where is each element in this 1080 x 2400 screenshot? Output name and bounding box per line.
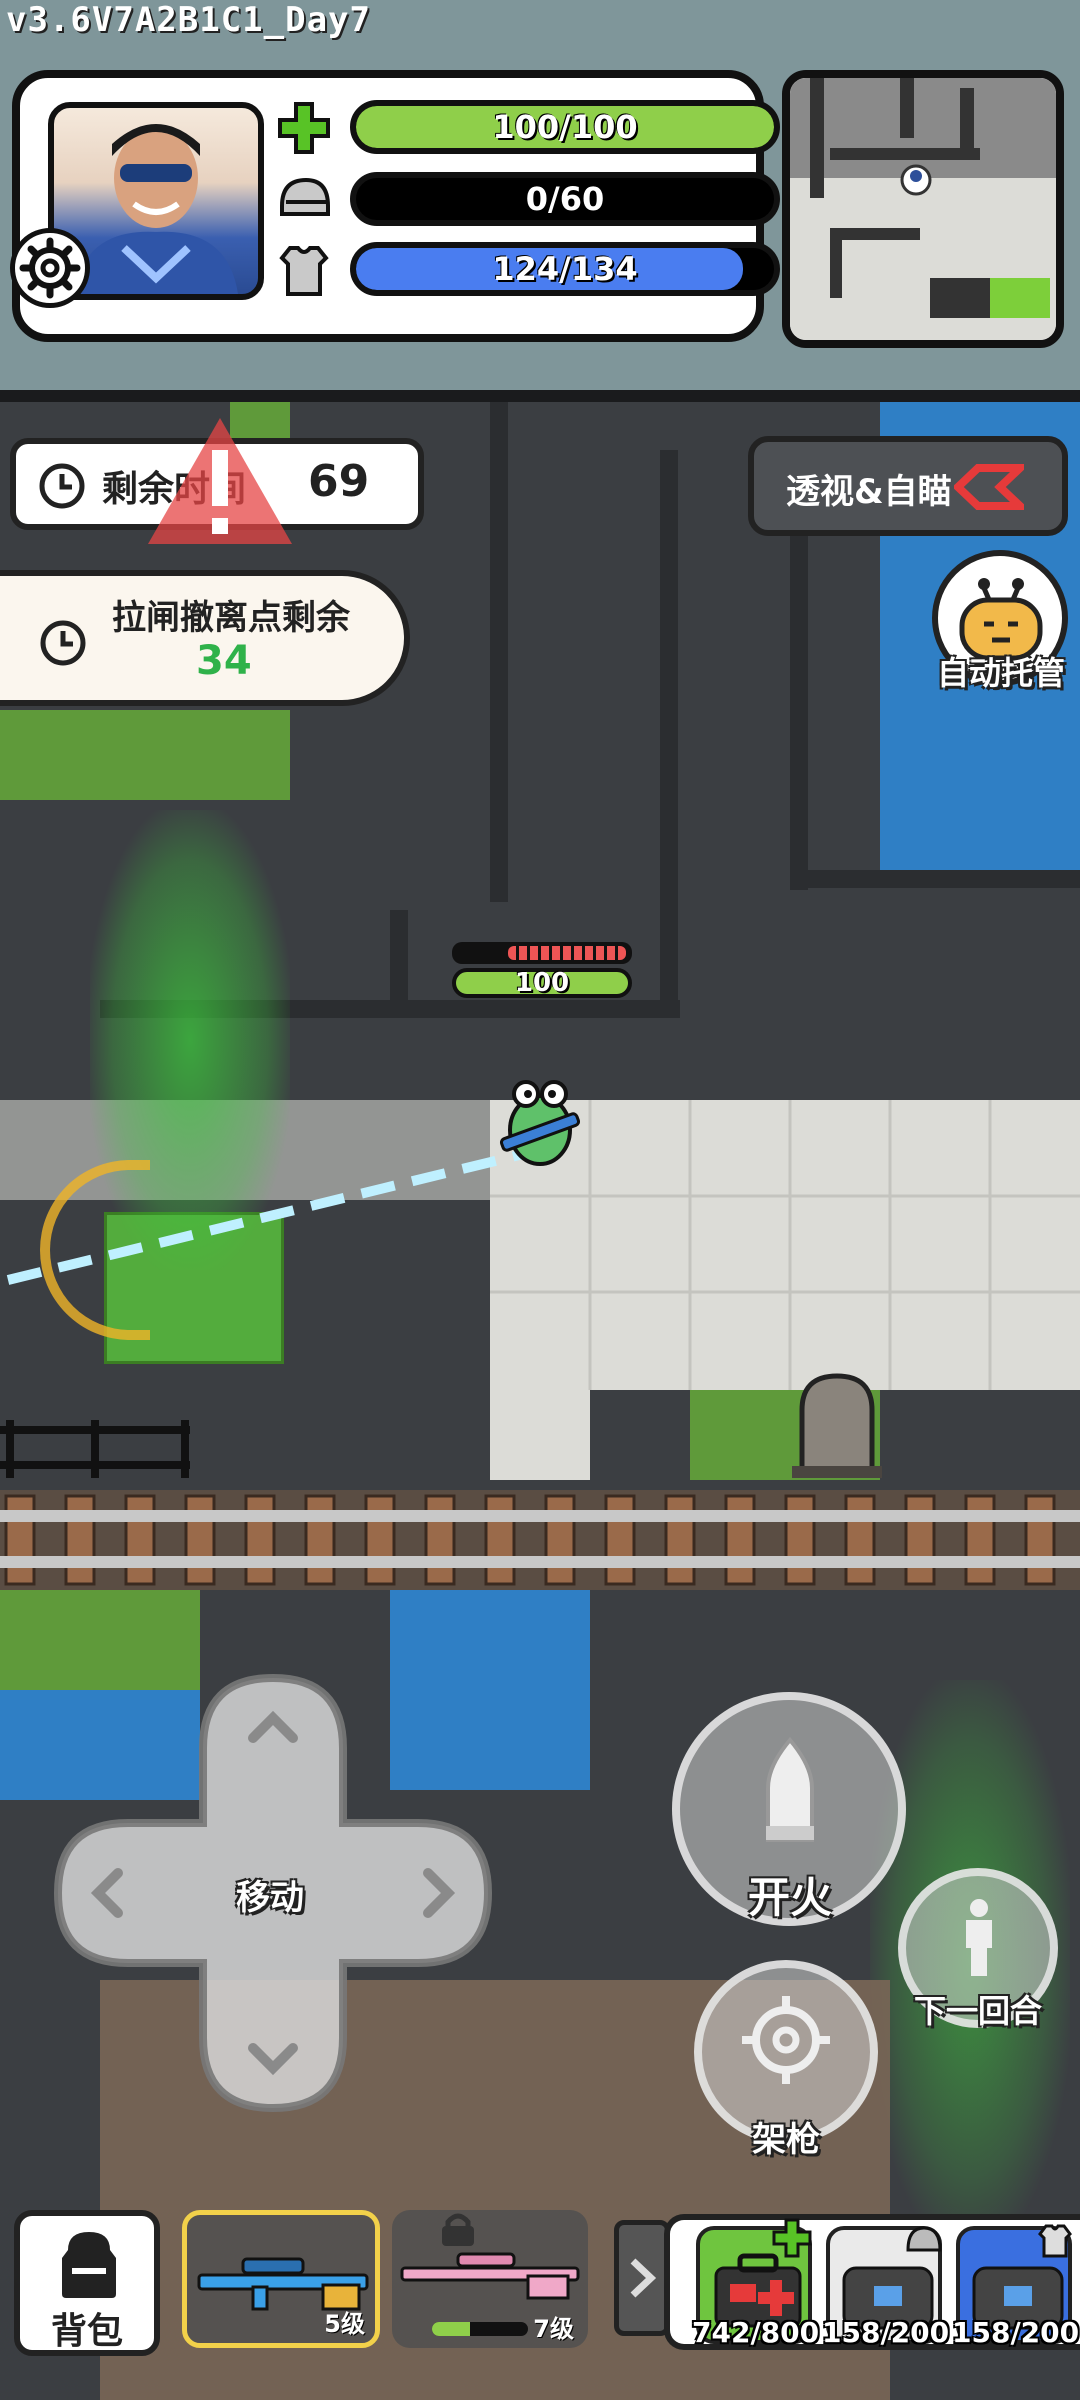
world-top-edge	[0, 390, 1080, 402]
extraction-label: 拉闸撤离点剩余	[112, 598, 350, 638]
move-label: 移动	[236, 1878, 304, 1918]
helmet-icon	[906, 2226, 942, 2252]
green-cross-icon	[276, 100, 332, 156]
crosshair-icon	[742, 1996, 830, 2084]
extraction-value: 34	[196, 638, 252, 684]
red-arrow-icon	[954, 464, 1024, 510]
enemy-armor-bar	[452, 942, 632, 964]
backpack-icon	[62, 2232, 116, 2298]
helmet-bar: 0/60	[350, 172, 780, 226]
armor-bar: 124/134	[350, 242, 780, 296]
helmet-icon	[276, 172, 332, 228]
enemy-health-text: 100	[452, 968, 632, 998]
armor-text: 124/134	[492, 250, 638, 288]
weapon1-level: 5级	[324, 2310, 365, 2338]
weapon2-progress	[432, 2322, 528, 2336]
minimap[interactable]	[782, 70, 1064, 348]
pink-sniper-rifle-icon	[400, 2252, 580, 2300]
wall	[490, 402, 508, 902]
fence	[0, 1420, 190, 1478]
wall	[660, 450, 678, 1010]
version-label: v3.6V7A2B1C1_Day7	[6, 0, 371, 40]
armor-vest-icon	[1038, 2224, 1072, 2258]
lock-icon	[442, 2213, 474, 2246]
next-round-label: 下一回合	[913, 1992, 1042, 2030]
clock-icon	[39, 463, 85, 509]
aim-label: 架枪	[752, 2120, 820, 2160]
green-plus-icon	[772, 2218, 812, 2258]
health-bar: 100/100	[350, 100, 780, 154]
grass-area	[0, 710, 290, 800]
bullet-icon	[766, 1736, 814, 1842]
helmet-text: 0/60	[525, 180, 605, 218]
auto-hosting-label: 自动托管	[936, 654, 1065, 692]
supplies-panel: 742/800 158/200 158/200	[664, 2214, 1080, 2350]
wall	[790, 870, 1080, 888]
tile-floor	[490, 1390, 590, 1480]
warning-triangle-icon	[148, 418, 292, 544]
expand-arrow-button[interactable]	[614, 2220, 670, 2336]
chevron-right-icon	[630, 2258, 657, 2298]
xray-aimbot-button[interactable]: 透视&自瞄	[748, 436, 1068, 536]
xray-aimbot-label: 透视&自瞄	[786, 472, 952, 512]
weapon-slot-1[interactable]: 5级	[182, 2210, 380, 2348]
armor-supply-count: 158/200	[952, 2316, 1080, 2349]
clock-icon	[40, 620, 86, 666]
extraction-panel: 拉闸撤离点剩余 34	[0, 570, 410, 706]
person-icon	[966, 1899, 992, 1976]
frog-player-character	[499, 1080, 581, 1166]
status-panel: 100/100 0/60 124/134	[10, 70, 780, 342]
helmet-supply-count: 158/200	[822, 2316, 950, 2349]
game-world[interactable]: 100 剩余时间 69 拉闸撤离点剩余 34 透视&自瞄 自动托管 移动 开火 …	[0, 390, 1080, 2400]
health-text: 100/100	[492, 108, 638, 146]
backpack-label: 背包	[50, 2311, 123, 2352]
timer-value: 69	[308, 456, 370, 507]
top-header: v3.6V7A2B1C1_Day7 100/100 0/60 124/134	[0, 0, 1080, 390]
fire-label: 开火	[747, 1873, 832, 1922]
wall	[390, 910, 408, 1010]
railroad	[0, 1490, 1080, 1590]
medkit-count: 742/800	[692, 2316, 820, 2349]
weapon2-level: 7级	[533, 2315, 574, 2343]
armor-vest-icon	[276, 242, 332, 298]
weapon-slot-2[interactable]: 7级	[392, 2210, 588, 2348]
backpack-button[interactable]: 背包	[14, 2210, 160, 2356]
tombstone	[792, 1373, 882, 1478]
settings-gear-icon[interactable]	[10, 228, 90, 308]
